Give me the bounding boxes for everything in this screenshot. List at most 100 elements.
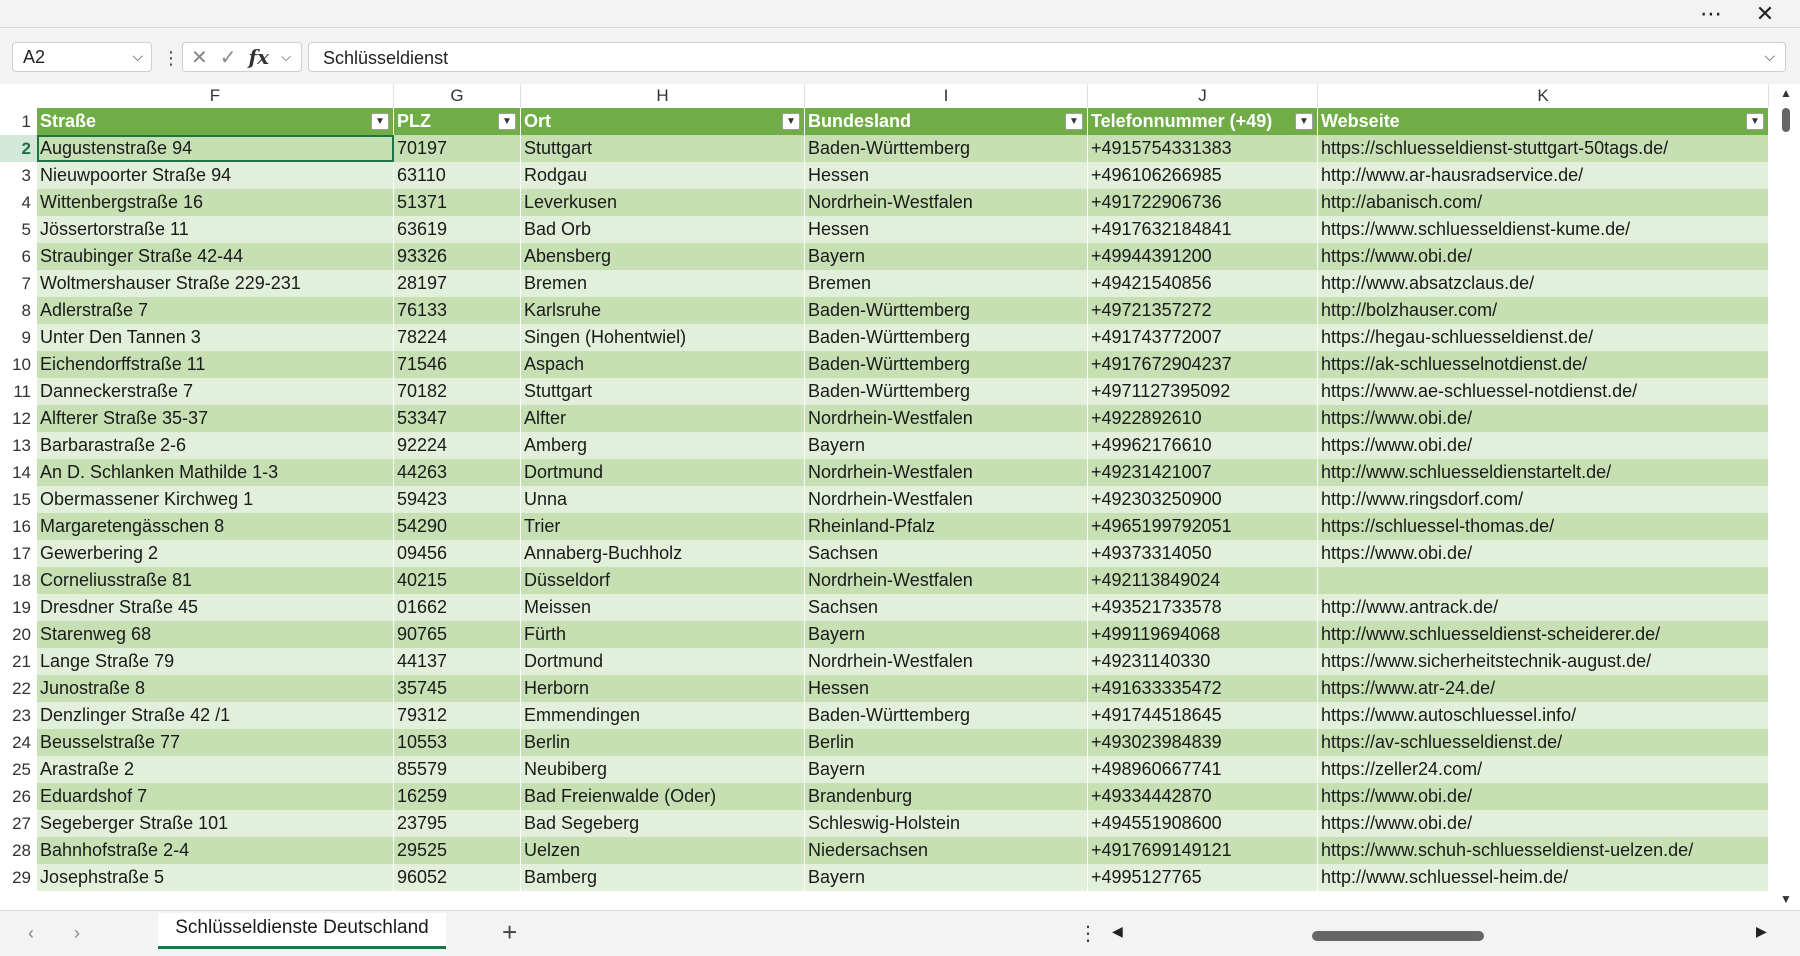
function-icon[interactable]: fx	[249, 45, 270, 69]
filter-dropdown-icon[interactable]: ▼	[782, 113, 800, 130]
table-cell[interactable]: Baden-Württemberg	[805, 378, 1088, 405]
table-cell[interactable]: Karlsruhe	[521, 297, 805, 324]
table-cell[interactable]: 44137	[394, 648, 521, 675]
table-cell[interactable]: 71546	[394, 351, 521, 378]
scroll-right-icon[interactable]: ▶	[1756, 923, 1767, 940]
table-cell[interactable]: Unter Den Tannen 3	[37, 324, 394, 351]
table-cell[interactable]: +499119694068	[1088, 621, 1318, 648]
table-cell[interactable]: +4915754331383	[1088, 135, 1318, 162]
table-cell[interactable]: 78224	[394, 324, 521, 351]
table-cell[interactable]: 10553	[394, 729, 521, 756]
table-cell[interactable]: Amberg	[521, 432, 805, 459]
table-cell[interactable]: Neubiberg	[521, 756, 805, 783]
table-cell[interactable]: https://www.obi.de/	[1318, 783, 1769, 810]
horizontal-scroll-thumb[interactable]	[1312, 931, 1484, 941]
table-cell[interactable]: Nordrhein-Westfalen	[805, 567, 1088, 594]
row-number[interactable]: 17	[0, 540, 37, 567]
table-cell[interactable]: https://www.obi.de/	[1318, 810, 1769, 837]
row-number[interactable]: 14	[0, 459, 37, 486]
row-number[interactable]: 18	[0, 567, 37, 594]
chevron-down-icon[interactable]: ⌵	[132, 48, 143, 65]
table-cell[interactable]: https://www.obi.de/	[1318, 432, 1769, 459]
table-cell[interactable]: Alfterer Straße 35-37	[37, 405, 394, 432]
column-header-f[interactable]: F	[37, 84, 394, 108]
table-cell[interactable]: Bayern	[805, 432, 1088, 459]
table-cell[interactable]: Aspach	[521, 351, 805, 378]
table-cell[interactable]: Nordrhein-Westfalen	[805, 648, 1088, 675]
chevron-down-icon[interactable]: ⌵	[281, 49, 291, 65]
table-cell[interactable]: https://www.schluesseldienst-kume.de/	[1318, 216, 1769, 243]
table-cell[interactable]: Arastraße 2	[37, 756, 394, 783]
table-cell[interactable]: https://zeller24.com/	[1318, 756, 1769, 783]
table-cell[interactable]: Abensberg	[521, 243, 805, 270]
row-number[interactable]: 6	[0, 243, 37, 270]
previous-sheet-icon[interactable]: ‹	[28, 923, 34, 944]
row-number[interactable]: 24	[0, 729, 37, 756]
table-cell[interactable]: Rodgau	[521, 162, 805, 189]
table-cell[interactable]: Straubinger Straße 42-44	[37, 243, 394, 270]
table-cell[interactable]: +494551908600	[1088, 810, 1318, 837]
table-cell[interactable]: Nordrhein-Westfalen	[805, 405, 1088, 432]
table-cell[interactable]: Sachsen	[805, 540, 1088, 567]
table-cell[interactable]: Jössertorstraße 11	[37, 216, 394, 243]
table-cell[interactable]: 85579	[394, 756, 521, 783]
table-cell[interactable]: Schleswig-Holstein	[805, 810, 1088, 837]
table-cell[interactable]: Nordrhein-Westfalen	[805, 486, 1088, 513]
table-cell[interactable]: +492113849024	[1088, 567, 1318, 594]
table-cell[interactable]: Junostraße 8	[37, 675, 394, 702]
filter-dropdown-icon[interactable]: ▼	[1746, 113, 1764, 130]
table-cell[interactable]: Denzlinger Straße 42 /1	[37, 702, 394, 729]
table-cell[interactable]: Rheinland-Pfalz	[805, 513, 1088, 540]
table-cell[interactable]: https://schluessel-thomas.de/	[1318, 513, 1769, 540]
table-cell[interactable]: 54290	[394, 513, 521, 540]
cancel-icon[interactable]: ✕	[191, 45, 208, 70]
table-cell[interactable]: Baden-Württemberg	[805, 135, 1088, 162]
check-icon[interactable]: ✓	[220, 45, 237, 70]
table-cell[interactable]: https://www.ae-schluessel-notdienst.de/	[1318, 378, 1769, 405]
table-cell[interactable]: http://www.schluesseldienstartelt.de/	[1318, 459, 1769, 486]
table-cell[interactable]: Hessen	[805, 675, 1088, 702]
row-number[interactable]: 5	[0, 216, 37, 243]
table-cell[interactable]: https://ak-schluesselnotdienst.de/	[1318, 351, 1769, 378]
table-cell[interactable]: Herborn	[521, 675, 805, 702]
table-cell[interactable]: https://av-schluesseldienst.de/	[1318, 729, 1769, 756]
table-cell[interactable]: +496106266985	[1088, 162, 1318, 189]
row-number[interactable]: 28	[0, 837, 37, 864]
table-cell[interactable]: http://abanisch.com/	[1318, 189, 1769, 216]
table-cell[interactable]: 96052	[394, 864, 521, 891]
table-cell[interactable]: https://www.atr-24.de/	[1318, 675, 1769, 702]
table-header-cell[interactable]: Telefonnummer (+49) ▼	[1088, 108, 1318, 135]
row-number[interactable]: 2	[0, 135, 37, 162]
table-cell[interactable]: Niedersachsen	[805, 837, 1088, 864]
table-cell[interactable]: http://www.antrack.de/	[1318, 594, 1769, 621]
table-cell[interactable]: +492303250900	[1088, 486, 1318, 513]
table-cell[interactable]: Dresdner Straße 45	[37, 594, 394, 621]
row-number[interactable]: 23	[0, 702, 37, 729]
table-cell[interactable]: Berlin	[805, 729, 1088, 756]
filter-dropdown-icon[interactable]: ▼	[1295, 113, 1313, 130]
table-cell[interactable]: +49962176610	[1088, 432, 1318, 459]
row-number[interactable]: 27	[0, 810, 37, 837]
table-cell[interactable]: 79312	[394, 702, 521, 729]
table-cell[interactable]: Leverkusen	[521, 189, 805, 216]
table-cell[interactable]: Meissen	[521, 594, 805, 621]
vertical-scroll-thumb[interactable]	[1782, 108, 1790, 132]
table-cell[interactable]: +4917632184841	[1088, 216, 1318, 243]
name-box[interactable]: A2 ⌵	[12, 42, 152, 72]
table-cell[interactable]: 23795	[394, 810, 521, 837]
column-header-k[interactable]: K	[1318, 84, 1769, 108]
table-cell[interactable]: +4922892610	[1088, 405, 1318, 432]
table-cell[interactable]: https://www.schuh-schluesseldienst-uelze…	[1318, 837, 1769, 864]
table-cell[interactable]: +49944391200	[1088, 243, 1318, 270]
table-cell[interactable]: Gewerbering 2	[37, 540, 394, 567]
vertical-scrollbar[interactable]: ▲ ▼	[1772, 84, 1800, 910]
close-icon[interactable]: ✕	[1742, 0, 1788, 28]
row-number[interactable]: 10	[0, 351, 37, 378]
table-cell[interactable]: http://www.ar-hausradservice.de/	[1318, 162, 1769, 189]
table-cell[interactable]: Bad Orb	[521, 216, 805, 243]
table-cell[interactable]: +4965199792051	[1088, 513, 1318, 540]
table-cell[interactable]: 51371	[394, 189, 521, 216]
table-cell[interactable]: https://www.obi.de/	[1318, 405, 1769, 432]
table-cell[interactable]: http://www.ringsdorf.com/	[1318, 486, 1769, 513]
sheet-tab-active[interactable]: Schlüsseldienste Deutschland	[158, 913, 446, 949]
